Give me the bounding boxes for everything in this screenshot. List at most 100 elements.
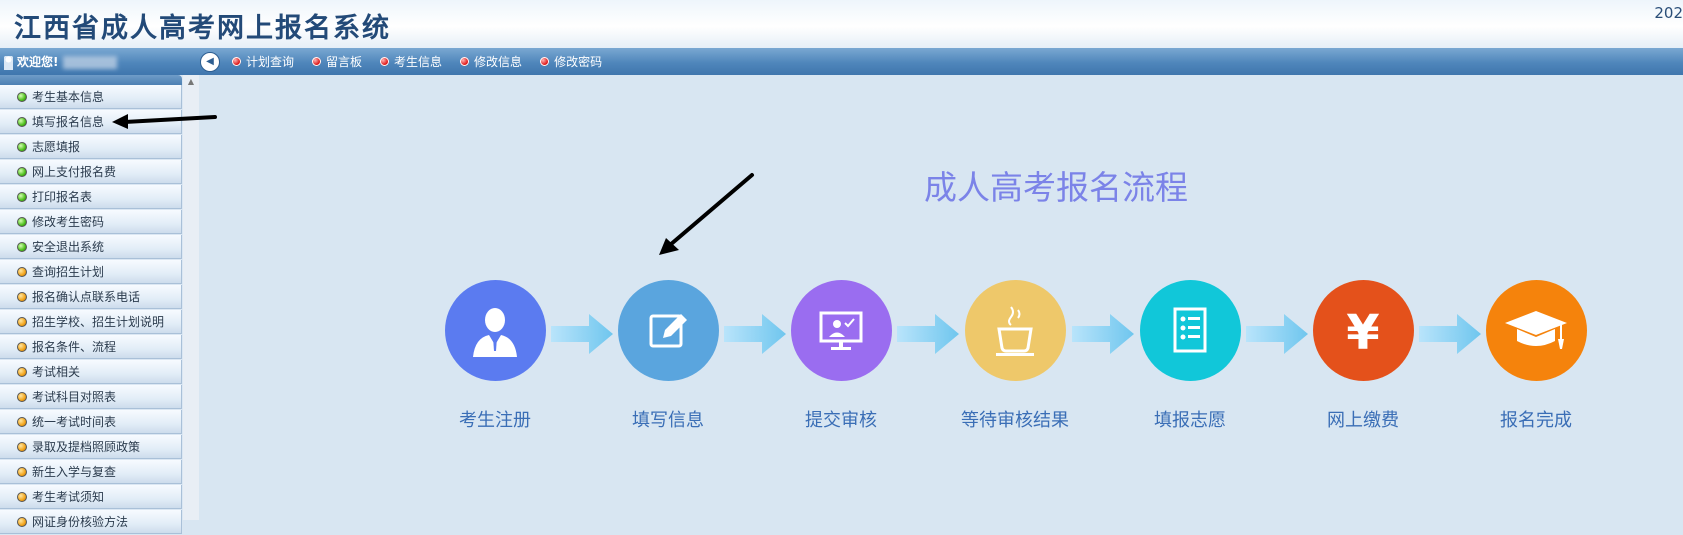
welcome-area: 欢迎您! <box>4 53 117 70</box>
sidebar-item-label: 安全退出系统 <box>32 240 105 254</box>
menu-item-message-board[interactable]: 留言板 <box>312 53 362 70</box>
graduation-cap-icon[interactable] <box>1485 280 1587 381</box>
orange-dot-icon <box>17 316 27 327</box>
orange-dot-icon <box>17 266 27 277</box>
annotation-arrow-main <box>668 173 754 247</box>
sidebar-item[interactable]: 招生学校、招生计划说明 <box>0 310 182 334</box>
flow-step-label: 报名完成 <box>1500 410 1572 431</box>
red-dot-icon <box>540 57 550 66</box>
sidebar-item[interactable]: 志愿填报 <box>0 135 182 159</box>
scroll-up-icon[interactable]: ▲ <box>183 75 199 89</box>
menu-item-label: 考生信息 <box>394 55 443 69</box>
sidebar-item-label: 考生基本信息 <box>32 90 105 104</box>
sidebar-item-label: 考生考试须知 <box>32 490 105 504</box>
orange-dot-icon <box>17 366 27 377</box>
sidebar-item[interactable]: 考试科目对照表 <box>0 385 182 409</box>
system-title: 江西省成人高考网上报名系统 <box>14 13 391 44</box>
yen-icon[interactable]: ¥ <box>1312 280 1414 381</box>
blurred-username <box>62 56 117 69</box>
sidebar-scrollbar[interactable]: ▲ <box>183 75 199 520</box>
sidebar-item[interactable]: 报名确认点联系电话 <box>0 285 182 309</box>
sidebar-item[interactable]: 录取及提档照顾政策 <box>0 435 182 459</box>
top-navbar: 欢迎您! ◀ 计划查询 留言板 考生信息 修改信息 修改密码 <box>0 48 1683 75</box>
sidebar: 考生基本信息 填写报名信息 志愿填报网上支付报名费 打印报名表修改考生密码 安全退出系统… <box>0 75 199 534</box>
flow-step-label: 填写信息 <box>632 410 704 431</box>
flow-step: 报名完成 <box>1446 280 1626 432</box>
green-dot-icon <box>17 141 27 152</box>
sidebar-item[interactable]: 填写报名信息 <box>0 110 182 134</box>
sidebar-item[interactable]: 统一考试时间表 <box>0 410 182 434</box>
orange-dot-icon <box>17 491 27 502</box>
sidebar-item-label: 查询招生计划 <box>32 265 105 279</box>
flow-step-label: 网上缴费 <box>1327 410 1399 431</box>
sidebar-item-label: 报名条件、流程 <box>32 340 117 354</box>
green-dot-icon <box>17 191 27 202</box>
sidebar-item[interactable]: 修改考生密码 <box>0 210 182 234</box>
sidebar-item-label: 招生学校、招生计划说明 <box>32 315 165 329</box>
sidebar-item[interactable]: 安全退出系统 <box>0 235 182 259</box>
sidebar-header <box>0 75 182 85</box>
main-content: 成人高考报名流程 考生注册 填写信息 提交审核 等待审核结果 填报志愿 ¥ 网上缴费 报名完成 <box>199 75 1683 520</box>
sidebar-item-label: 报名确认点联系电话 <box>32 290 141 304</box>
sidebar-item-label: 网证身份核验方法 <box>32 515 129 529</box>
sidebar-item[interactable]: 考生考试须知 <box>0 485 182 509</box>
flow-step-label: 考生注册 <box>459 410 531 431</box>
sidebar-item[interactable]: 网证身份核验方法 <box>0 510 182 534</box>
sidebar-item-label: 考试科目对照表 <box>32 390 117 404</box>
sidebar-item[interactable]: 考生基本信息 <box>0 85 182 109</box>
flow-step-label: 等待审核结果 <box>961 410 1069 431</box>
menu-item-change-password[interactable]: 修改密码 <box>540 53 602 70</box>
green-dot-icon <box>17 116 27 127</box>
sidebar-item[interactable]: 考试相关 <box>0 360 182 384</box>
menu-item-label: 留言板 <box>326 55 363 69</box>
sidebar-item[interactable]: 打印报名表 <box>0 185 182 209</box>
red-dot-icon <box>380 57 390 66</box>
green-dot-icon <box>17 91 27 102</box>
green-dot-icon <box>17 166 27 177</box>
sidebar-item-label: 修改考生密码 <box>32 215 105 229</box>
flow-title: 成人高考报名流程 <box>924 168 1188 207</box>
sidebar-item-label: 录取及提档照顾政策 <box>32 440 141 454</box>
sidebar-item-label: 网上支付报名费 <box>32 165 117 179</box>
user-icon[interactable] <box>444 280 546 381</box>
collapse-sidebar-button[interactable]: ◀ <box>200 52 220 72</box>
menu-item-edit-info[interactable]: 修改信息 <box>460 53 522 70</box>
edit-icon[interactable] <box>617 280 719 381</box>
menu-item-plan-query[interactable]: 计划查询 <box>232 53 294 70</box>
menu-item-label: 修改密码 <box>554 55 603 69</box>
svg-text:¥: ¥ <box>1346 305 1379 361</box>
checklist-icon[interactable] <box>1139 280 1241 381</box>
sidebar-item-label: 新生入学与复查 <box>32 465 117 479</box>
flow-step-label: 填报志愿 <box>1154 410 1226 431</box>
red-dot-icon <box>232 57 241 66</box>
sidebar-item-label: 志愿填报 <box>32 140 81 154</box>
welcome-text: 欢迎您! <box>17 55 59 69</box>
sidebar-item-label: 填写报名信息 <box>32 115 105 129</box>
flow-step-label: 提交审核 <box>805 410 877 431</box>
orange-dot-icon <box>17 391 27 402</box>
green-dot-icon <box>17 216 27 227</box>
sidebar-item[interactable]: 新生入学与复查 <box>0 460 182 484</box>
top-menu: 计划查询 留言板 考生信息 修改信息 修改密码 <box>232 48 620 75</box>
annotation-arrowhead-main <box>659 238 679 255</box>
sidebar-item[interactable]: 报名条件、流程 <box>0 335 182 359</box>
user-icon <box>4 55 13 70</box>
header-banner: 江西省成人高考网上报名系统 202 <box>0 0 1683 49</box>
orange-dot-icon <box>17 291 27 302</box>
orange-dot-icon <box>17 516 27 527</box>
sidebar-item[interactable]: 查询招生计划 <box>0 260 182 284</box>
sidebar-item-label: 考试相关 <box>32 365 81 379</box>
coffee-cup-icon[interactable] <box>964 280 1066 381</box>
orange-dot-icon <box>17 341 27 352</box>
sidebar-menu: 考生基本信息 填写报名信息 志愿填报网上支付报名费 打印报名表修改考生密码 安全退出系统… <box>0 85 182 535</box>
sidebar-item-label: 统一考试时间表 <box>32 415 117 429</box>
red-dot-icon <box>460 57 470 66</box>
orange-dot-icon <box>17 466 27 477</box>
sidebar-item-label: 打印报名表 <box>32 190 93 204</box>
menu-item-label: 计划查询 <box>246 55 295 69</box>
header-date: 202 <box>1654 4 1683 22</box>
menu-item-candidate-info[interactable]: 考生信息 <box>380 53 442 70</box>
monitor-check-icon[interactable] <box>790 280 892 381</box>
orange-dot-icon <box>17 416 27 427</box>
sidebar-item[interactable]: 网上支付报名费 <box>0 160 182 184</box>
